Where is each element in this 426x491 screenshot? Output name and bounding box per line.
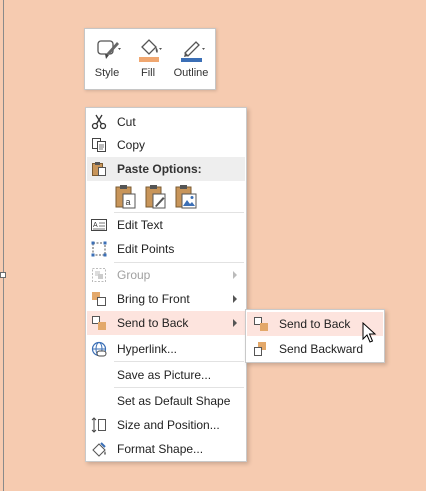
fill-button[interactable]: Fill	[128, 35, 168, 85]
menu-item-send-to-back[interactable]: Send to Back	[87, 311, 245, 335]
fill-bucket-icon	[139, 39, 162, 62]
copy-icon	[92, 138, 106, 152]
submenu-arrow-icon	[233, 295, 237, 303]
send-backward-label: Send Backward	[279, 342, 364, 356]
menu-item-set-default-shape[interactable]: Set as Default Shape	[87, 389, 245, 413]
paste-options-header: Paste Options:	[87, 157, 245, 181]
paste-options-label: Paste Options:	[117, 162, 202, 176]
scissors-icon	[91, 114, 107, 130]
clipboard-icon	[92, 162, 106, 176]
menu-item-bring-to-front[interactable]: Bring to Front	[87, 287, 245, 311]
hyperlink-icon	[91, 341, 107, 357]
outline-pen-icon	[181, 41, 205, 62]
group-icon	[92, 268, 106, 282]
outline-label: Outline	[173, 67, 209, 79]
set-default-shape-label: Set as Default Shape	[117, 394, 231, 408]
menu-item-size-and-position[interactable]: Size and Position...	[87, 413, 245, 437]
menu-item-cut[interactable]: Cut	[87, 110, 245, 134]
submenu-arrow-icon	[233, 319, 237, 327]
edit-text-icon: A	[91, 219, 107, 231]
paste-picture-icon[interactable]	[174, 184, 198, 210]
save-as-picture-label: Save as Picture...	[117, 368, 212, 382]
edit-text-label: Edit Text	[117, 218, 163, 232]
menu-item-hyperlink[interactable]: Hyperlink...	[87, 337, 245, 361]
menu-item-edit-points[interactable]: Edit Points	[87, 237, 245, 261]
shape-selection-border	[3, 0, 4, 491]
edit-points-label: Edit Points	[117, 242, 175, 256]
hyperlink-label: Hyperlink...	[117, 342, 178, 356]
mini-toolbar: Style Fill Outline	[84, 28, 216, 90]
send-to-back-icon	[92, 316, 106, 330]
send-backward-icon	[254, 342, 266, 356]
size-position-icon	[91, 417, 106, 433]
svg-text:A: A	[93, 222, 98, 229]
copy-label: Copy	[117, 138, 146, 152]
edit-points-icon	[91, 241, 107, 257]
paste-use-destination-theme-icon[interactable]: a	[114, 184, 138, 210]
size-position-label: Size and Position...	[117, 418, 220, 432]
outline-button[interactable]: Outline	[171, 35, 211, 85]
separator	[114, 387, 244, 388]
format-shape-icon	[92, 442, 106, 457]
separator	[114, 361, 244, 362]
style-button[interactable]: Style	[87, 35, 127, 85]
menu-item-copy[interactable]: Copy	[87, 133, 245, 157]
bring-to-front-label: Bring to Front	[117, 292, 190, 306]
style-brush-icon	[97, 40, 121, 59]
resize-handle[interactable]	[0, 272, 6, 278]
menu-item-edit-text[interactable]: A Edit Text	[87, 213, 245, 237]
bring-to-front-icon	[92, 292, 106, 306]
menu-item-save-as-picture[interactable]: Save as Picture...	[87, 363, 245, 387]
menu-item-group[interactable]: Group	[87, 263, 245, 287]
mouse-pointer-icon	[362, 322, 377, 343]
cut-label: Cut	[117, 115, 136, 129]
format-shape-label: Format Shape...	[117, 442, 204, 456]
context-menu: Cut Copy Paste Options: a A Edit Text Ed…	[85, 107, 247, 462]
paste-keep-source-formatting-icon[interactable]	[144, 184, 168, 210]
group-label: Group	[117, 268, 151, 282]
fill-label: Fill	[140, 67, 156, 79]
send-to-back-icon	[254, 317, 268, 331]
send-to-back-label: Send to Back	[279, 317, 351, 331]
submenu-arrow-icon	[233, 271, 237, 279]
send-to-back-label: Send to Back	[117, 316, 189, 330]
menu-item-format-shape[interactable]: Format Shape...	[87, 437, 245, 461]
svg-text:a: a	[126, 197, 131, 207]
